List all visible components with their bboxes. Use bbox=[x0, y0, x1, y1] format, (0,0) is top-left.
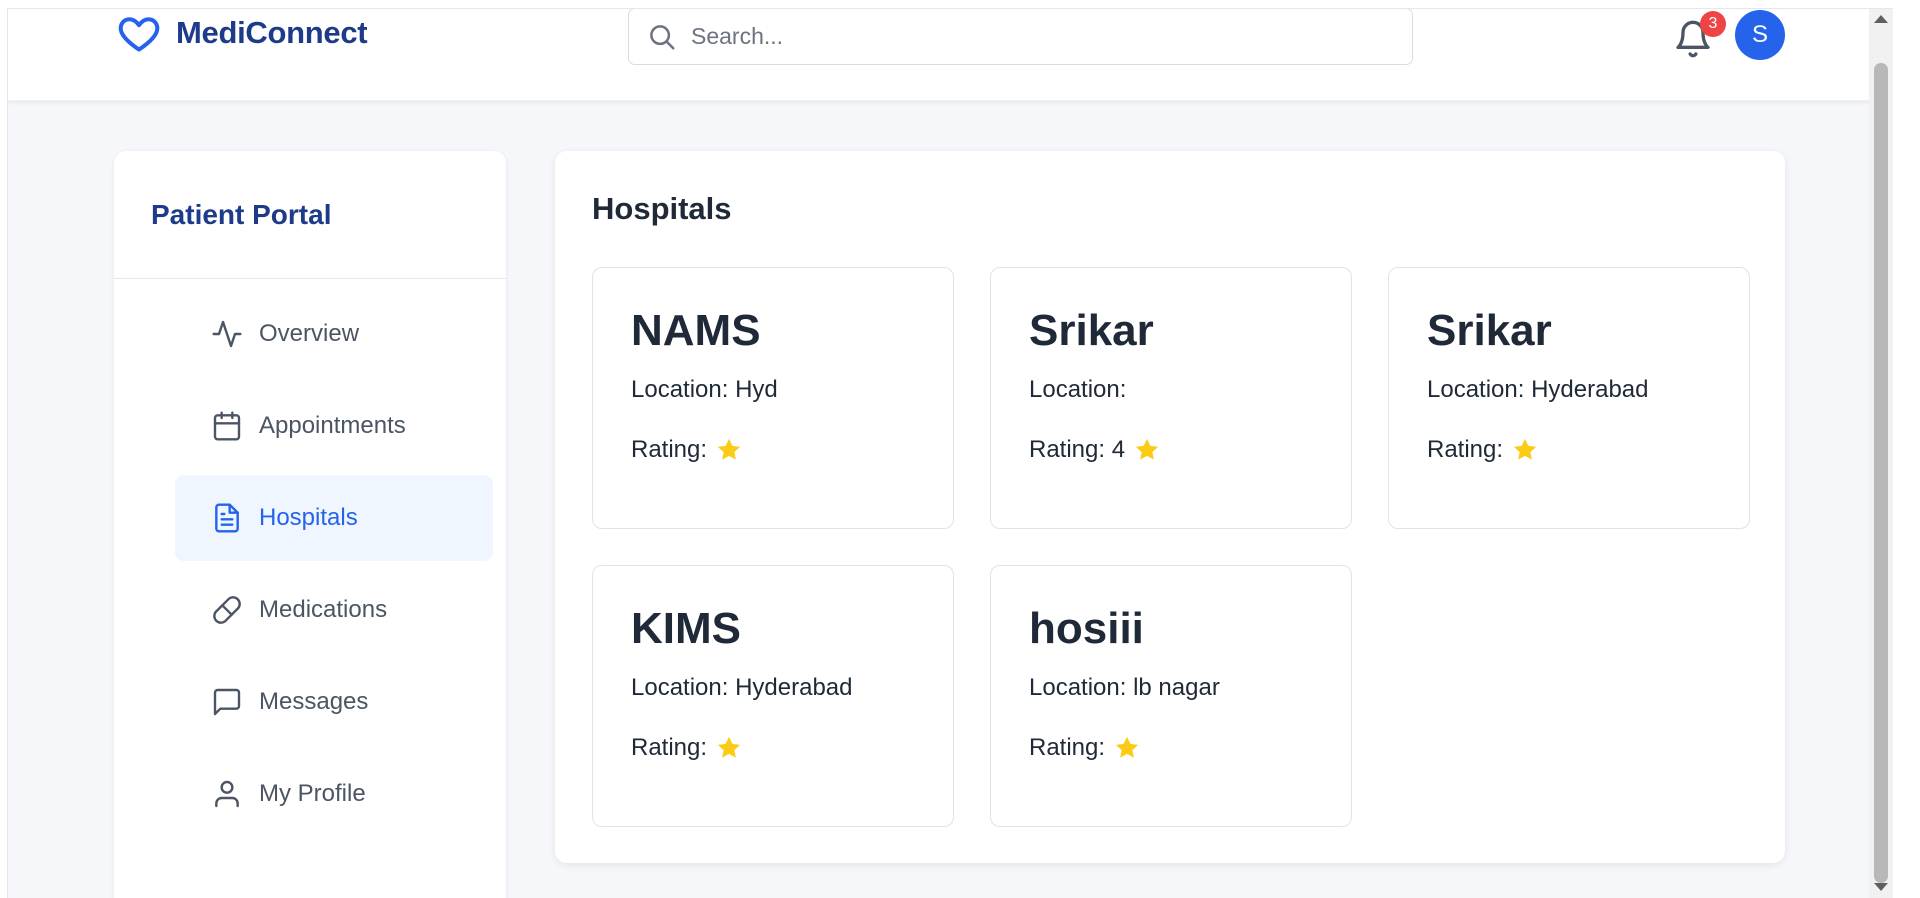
sidebar-item-messages[interactable]: Messages bbox=[175, 659, 493, 745]
document-icon bbox=[215, 503, 239, 533]
rating-label: Rating: 4 bbox=[1029, 436, 1126, 463]
hospital-name: NAMS bbox=[631, 306, 761, 355]
hospital-card[interactable]: Srikar Location: Hyderabad Rating: bbox=[1388, 267, 1750, 529]
sidebar-item-label: Overview bbox=[259, 320, 360, 347]
app-window: MediConnect 3 S Patient Portal Overview … bbox=[7, 8, 1893, 898]
hospital-location: Location: bbox=[1029, 376, 1127, 403]
hospital-rating: Rating: bbox=[631, 734, 743, 762]
hospital-location: Location: lb nagar bbox=[1029, 674, 1220, 701]
avatar[interactable]: S bbox=[1735, 10, 1785, 60]
hospital-name: Srikar bbox=[1029, 306, 1154, 355]
hospital-location: Location: Hyderabad bbox=[631, 674, 853, 701]
sidebar-nav: Overview Appointments Hospitals Medicati… bbox=[114, 279, 506, 837]
hospital-rating: Rating: 4 bbox=[1029, 436, 1161, 464]
star-icon bbox=[717, 438, 741, 460]
sidebar: Patient Portal Overview Appointments Hos… bbox=[114, 151, 506, 898]
star-icon bbox=[1513, 438, 1537, 460]
hospital-rating: Rating: bbox=[1427, 436, 1539, 464]
hospitals-panel: Hospitals NAMS Location: Hyd Rating: Sri… bbox=[555, 151, 1785, 863]
hospital-location: Location: Hyd bbox=[631, 376, 778, 403]
search-box[interactable] bbox=[628, 9, 1413, 65]
sidebar-item-medications[interactable]: Medications bbox=[175, 567, 493, 653]
notification-badge: 3 bbox=[1700, 11, 1726, 37]
hospital-rating: Rating: bbox=[631, 436, 743, 464]
search-icon bbox=[650, 24, 675, 49]
hospital-name: Srikar bbox=[1427, 306, 1552, 355]
header: MediConnect 3 S bbox=[8, 9, 1893, 101]
sidebar-item-overview[interactable]: Overview bbox=[175, 291, 493, 377]
hospital-card[interactable]: KIMS Location: Hyderabad Rating: bbox=[592, 565, 954, 827]
message-icon bbox=[213, 688, 241, 716]
hospital-rating: Rating: bbox=[1029, 734, 1141, 762]
app-name: MediConnect bbox=[176, 15, 368, 50]
hospital-name: hosiii bbox=[1029, 604, 1144, 653]
hospital-name: KIMS bbox=[631, 604, 741, 653]
star-icon bbox=[1115, 736, 1139, 758]
hospital-card[interactable]: Srikar Location: Rating: 4 bbox=[990, 267, 1352, 529]
vertical-scrollbar[interactable] bbox=[1869, 9, 1893, 898]
logo[interactable]: MediConnect bbox=[114, 11, 368, 55]
hospital-location: Location: Hyderabad bbox=[1427, 376, 1649, 403]
sidebar-item-label: Hospitals bbox=[259, 504, 358, 531]
heart-icon bbox=[118, 17, 160, 52]
hospital-card[interactable]: NAMS Location: Hyd Rating: bbox=[592, 267, 954, 529]
sidebar-item-label: Appointments bbox=[259, 412, 406, 439]
page-title: Hospitals bbox=[592, 191, 732, 226]
sidebar-item-my-profile[interactable]: My Profile bbox=[175, 751, 493, 837]
activity-icon bbox=[212, 320, 242, 348]
rating-label: Rating: bbox=[631, 734, 708, 761]
scroll-up-arrow-icon[interactable] bbox=[1874, 15, 1888, 23]
pill-icon bbox=[213, 596, 241, 624]
rating-label: Rating: bbox=[631, 436, 708, 463]
scroll-thumb[interactable] bbox=[1874, 63, 1888, 883]
hospital-card[interactable]: hosiii Location: lb nagar Rating: bbox=[990, 565, 1352, 827]
star-icon bbox=[717, 736, 741, 758]
rating-label: Rating: bbox=[1427, 436, 1504, 463]
sidebar-item-hospitals[interactable]: Hospitals bbox=[175, 475, 493, 561]
sidebar-item-label: Messages bbox=[259, 688, 369, 715]
star-icon bbox=[1135, 438, 1159, 460]
rating-label: Rating: bbox=[1029, 734, 1106, 761]
search-input[interactable] bbox=[691, 23, 1371, 50]
user-icon bbox=[215, 780, 239, 808]
sidebar-item-label: Medications bbox=[259, 596, 388, 623]
calendar-icon bbox=[213, 411, 241, 441]
sidebar-item-label: My Profile bbox=[259, 780, 366, 807]
sidebar-title: Patient Portal bbox=[114, 151, 506, 279]
sidebar-item-appointments[interactable]: Appointments bbox=[175, 383, 493, 469]
scroll-down-arrow-icon[interactable] bbox=[1874, 883, 1888, 891]
